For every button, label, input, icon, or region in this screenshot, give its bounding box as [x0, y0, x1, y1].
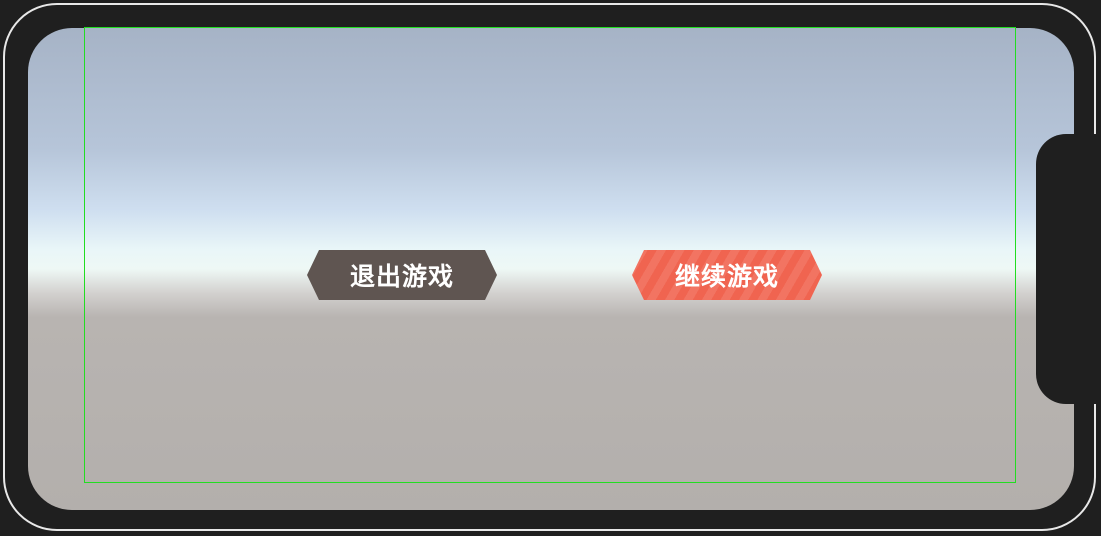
- continue-game-button[interactable]: 继续游戏: [632, 250, 822, 300]
- device-notch: [1036, 134, 1100, 404]
- exit-game-button[interactable]: 退出游戏: [307, 250, 497, 300]
- game-viewport: [28, 28, 1074, 510]
- exit-game-label: 退出游戏: [349, 262, 454, 291]
- continue-game-label: 继续游戏: [674, 262, 779, 291]
